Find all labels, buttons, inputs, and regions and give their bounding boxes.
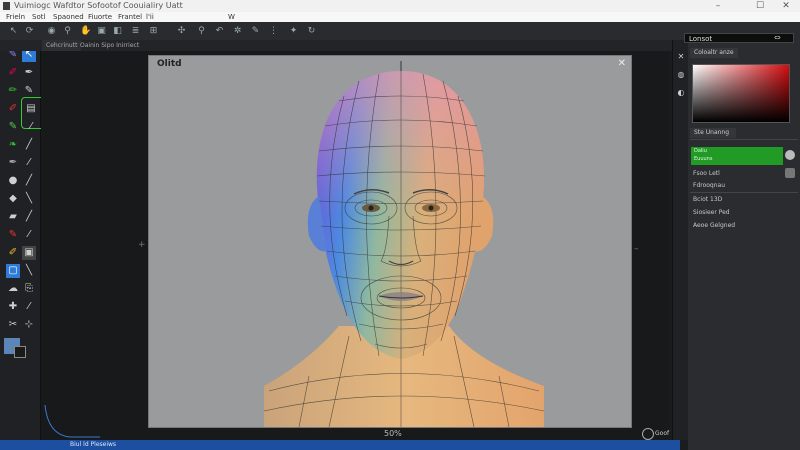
eraser-icon[interactable]: ✐ bbox=[6, 66, 20, 80]
title-bar: Vuimiogc Wafdtor Sofootof Coouialiry Uat… bbox=[0, 0, 800, 12]
tab-document-2[interactable]: Oainin Sipo Inirriect bbox=[76, 40, 143, 51]
right-tool-strip: ✕ ◍ ◐ bbox=[672, 40, 689, 440]
menu-item-file[interactable]: Frieln bbox=[6, 12, 25, 22]
status-bar: Biul ld Pleseiws bbox=[0, 440, 680, 450]
document-icon[interactable]: ▤ bbox=[24, 102, 38, 116]
hand-icon[interactable]: ✋ bbox=[80, 26, 91, 37]
layer-label-1: Daliu bbox=[694, 148, 707, 154]
layers-panel-icon[interactable]: ◐ bbox=[674, 86, 688, 100]
panel-close-icon[interactable]: ✕ bbox=[674, 50, 688, 64]
tools-panel: ✎ ↖ ✐ ✒ ✏ ✎ ✐ ▤ ✎ ⁄ ❧ ╱ ✒ ⁄ ● ╱ ◆ ╲ ▰ ╱ … bbox=[0, 40, 53, 440]
knife-icon[interactable]: ╱ bbox=[22, 174, 36, 188]
zoom-icon[interactable]: ⚲ bbox=[62, 26, 73, 37]
status-text: Biul ld Pleseiws bbox=[70, 441, 117, 448]
dropper-icon[interactable]: ⁄ bbox=[22, 228, 36, 242]
brush-tool-icon[interactable]: ✎ bbox=[250, 26, 261, 37]
layer-item-4[interactable]: Siosieer Ped bbox=[693, 209, 730, 216]
mode-icon[interactable]: ◧ bbox=[112, 26, 123, 37]
yellow-brush-icon[interactable]: ✐ bbox=[6, 246, 20, 260]
layer-item-2[interactable]: Fdrooqnau bbox=[693, 182, 725, 189]
bottom-right-label: Goof bbox=[655, 430, 670, 437]
tab-layers-panel[interactable]: Ste Unanng bbox=[690, 128, 736, 138]
color-picker[interactable] bbox=[692, 64, 790, 123]
pen-icon[interactable]: ✒ bbox=[22, 66, 36, 80]
link-icon[interactable]: ⁄ bbox=[22, 300, 36, 314]
layer-label-2: Euuuns bbox=[694, 156, 713, 162]
menu-item-view[interactable]: l'ii bbox=[146, 12, 154, 22]
wand-icon[interactable]: ⁄ bbox=[22, 156, 36, 170]
layers-icon[interactable]: ≣ bbox=[130, 26, 141, 37]
blob-icon[interactable]: ● bbox=[6, 174, 20, 188]
panel-expand-icon[interactable]: ⇔ bbox=[774, 33, 781, 42]
transform-tool-icon[interactable]: ✚ bbox=[6, 300, 20, 314]
sparkle-icon[interactable]: ✦ bbox=[288, 26, 299, 37]
minimize-button[interactable]: – bbox=[706, 0, 730, 12]
smudge-icon[interactable]: ⁄ bbox=[24, 120, 38, 134]
refresh-icon[interactable]: ↻ bbox=[306, 26, 317, 37]
divider bbox=[690, 139, 798, 140]
globe-icon[interactable]: ◉ bbox=[46, 26, 57, 37]
slash-icon[interactable]: ╲ bbox=[22, 192, 36, 206]
3d-head-model bbox=[263, 61, 545, 427]
layer-item-1[interactable]: Fsoo Letl bbox=[693, 170, 720, 177]
document-tabs: Cehcrinutt Oainin Sipo Inirriect bbox=[0, 40, 680, 51]
marker-icon[interactable]: ✏ bbox=[6, 84, 20, 98]
menu-item-select[interactable]: Frantel bbox=[118, 12, 142, 22]
window-title: Vuimiogc Wafdtor Sofootof Coouialiry Uat… bbox=[14, 1, 183, 10]
save-icon[interactable]: ▣ bbox=[96, 26, 107, 37]
green-brush-icon[interactable]: ✎ bbox=[6, 120, 20, 134]
crosshair-left: + bbox=[138, 240, 146, 250]
grid-icon[interactable]: ⊞ bbox=[148, 26, 159, 37]
search-tool-icon[interactable]: ⚲ bbox=[196, 26, 207, 37]
text-box-icon[interactable]: ▢ bbox=[6, 264, 20, 278]
ink-icon[interactable]: ✒ bbox=[6, 156, 20, 170]
align-icon[interactable]: ⋮ bbox=[268, 26, 279, 37]
clone-icon[interactable]: ⎘ bbox=[22, 282, 36, 296]
settings-icon[interactable]: ✲ bbox=[232, 26, 243, 37]
curve-widget bbox=[44, 405, 100, 438]
transform-icon[interactable]: ✣ bbox=[176, 26, 187, 37]
stamp-icon[interactable]: ▣ bbox=[22, 246, 36, 260]
layer-item-3[interactable]: Bciot 13D bbox=[693, 196, 722, 203]
layer-visibility-icon[interactable] bbox=[785, 150, 795, 160]
crop-icon[interactable]: ⊹ bbox=[22, 318, 36, 332]
stroke-icon[interactable]: ╲ bbox=[22, 264, 36, 278]
zoom-level: 50% bbox=[384, 429, 402, 438]
scissors-icon[interactable]: ✂ bbox=[6, 318, 20, 332]
undo-icon[interactable]: ↶ bbox=[214, 26, 225, 37]
image-canvas[interactable]: Olitd ✕ bbox=[148, 55, 632, 428]
menu-item-filter[interactable]: Fiuorte bbox=[88, 12, 112, 22]
fill-icon[interactable]: ▰ bbox=[6, 210, 20, 224]
line-icon[interactable]: ╱ bbox=[22, 138, 36, 152]
cloud-icon[interactable]: ☁ bbox=[6, 282, 20, 296]
layer-item-5[interactable]: Aeoe Gelgned bbox=[693, 222, 735, 229]
navigator-icon[interactable] bbox=[642, 428, 654, 440]
options-toolbar: ↖ ⟳ ◉ ⚲ ✋ ▣ ◧ ≣ ⊞ ✣ ⚲ ↶ ✲ ✎ ⋮ ✦ ↻ bbox=[0, 22, 800, 41]
menu-item-image[interactable]: Spaoned bbox=[53, 12, 84, 22]
app-logo-icon bbox=[3, 2, 10, 10]
red-brush-icon[interactable]: ✐ bbox=[6, 102, 20, 116]
pencil-icon[interactable]: ✎ bbox=[22, 84, 36, 98]
color-wheel-icon[interactable]: ◍ bbox=[674, 68, 688, 82]
red-pen-icon[interactable]: ✎ bbox=[6, 228, 20, 242]
divider bbox=[690, 192, 798, 193]
move-icon[interactable]: ↖ bbox=[8, 26, 19, 37]
needle-icon[interactable]: ╱ bbox=[22, 210, 36, 224]
leaf-icon[interactable]: ❧ bbox=[6, 138, 20, 152]
tab-color-panel[interactable]: Coloaltr anze bbox=[690, 48, 738, 58]
rotate-icon[interactable]: ⟳ bbox=[24, 26, 35, 37]
ruler-mark-right: – bbox=[634, 244, 639, 254]
layer-lock-icon[interactable] bbox=[785, 168, 795, 178]
maximize-button[interactable]: ☐ bbox=[748, 0, 772, 12]
menu-item-window[interactable]: W bbox=[228, 12, 235, 22]
menu-bar: Frieln Sotl Spaoned Fiuorte Frantel l'ii… bbox=[0, 12, 800, 22]
shape-icon[interactable]: ◆ bbox=[6, 192, 20, 206]
active-layer[interactable]: Daliu Euuuns bbox=[691, 147, 783, 165]
background-color-swatch[interactable] bbox=[14, 346, 26, 358]
close-button[interactable]: ✕ bbox=[774, 0, 798, 12]
menu-item-edit[interactable]: Sotl bbox=[32, 12, 45, 22]
